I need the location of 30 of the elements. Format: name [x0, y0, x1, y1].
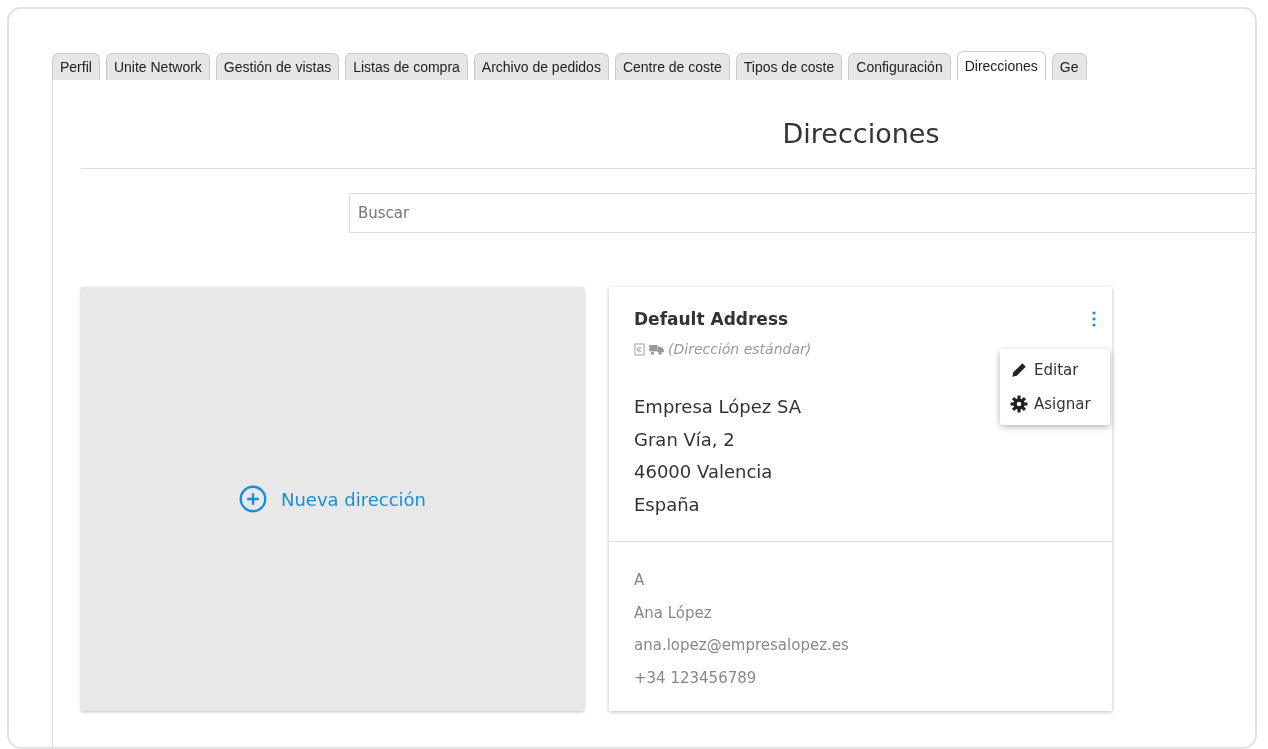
address-title: Default Address	[634, 309, 789, 329]
tab[interactable]: Ge	[1051, 53, 1087, 80]
page-title: Direcciones	[781, 117, 941, 151]
truck-icon	[649, 343, 664, 355]
tab[interactable]: Unite Network	[105, 53, 210, 80]
invoice-icon	[634, 342, 645, 356]
contact-line: A	[634, 570, 645, 591]
menu-item[interactable]: Editar	[1000, 353, 1110, 387]
address-line: 46000 Valencia	[634, 460, 773, 484]
gear-icon	[1010, 395, 1028, 413]
address-line: Gran Vía, 2	[634, 427, 735, 452]
add-circle-icon	[238, 485, 267, 513]
menu-item[interactable]: Asignar	[1000, 387, 1110, 421]
contact-line: Ana López	[634, 602, 712, 624]
tab[interactable]: Listas de compra	[345, 53, 468, 80]
tab[interactable]: Direcciones	[956, 51, 1046, 80]
contact-line: +34 123456789	[634, 667, 757, 689]
tab[interactable]: Configuración	[848, 53, 951, 80]
tab[interactable]: Centre de coste	[614, 53, 730, 80]
address-line: España	[634, 492, 700, 517]
more-options-icon[interactable]	[1092, 311, 1096, 327]
pencil-icon	[1010, 361, 1028, 379]
contact-line: ana.lopez@empresalopez.es	[634, 635, 849, 656]
tab[interactable]: Archivo de pedidos	[473, 53, 609, 80]
tab[interactable]: Perfil	[52, 53, 100, 80]
address-line: Empresa López SA	[634, 395, 801, 419]
address-type: (Dirección estándar)	[668, 341, 812, 357]
tab[interactable]: Tipos de coste	[735, 53, 843, 80]
search-field[interactable]: Buscar	[349, 193, 1255, 233]
tab[interactable]: Gestión de vistas	[215, 53, 340, 80]
